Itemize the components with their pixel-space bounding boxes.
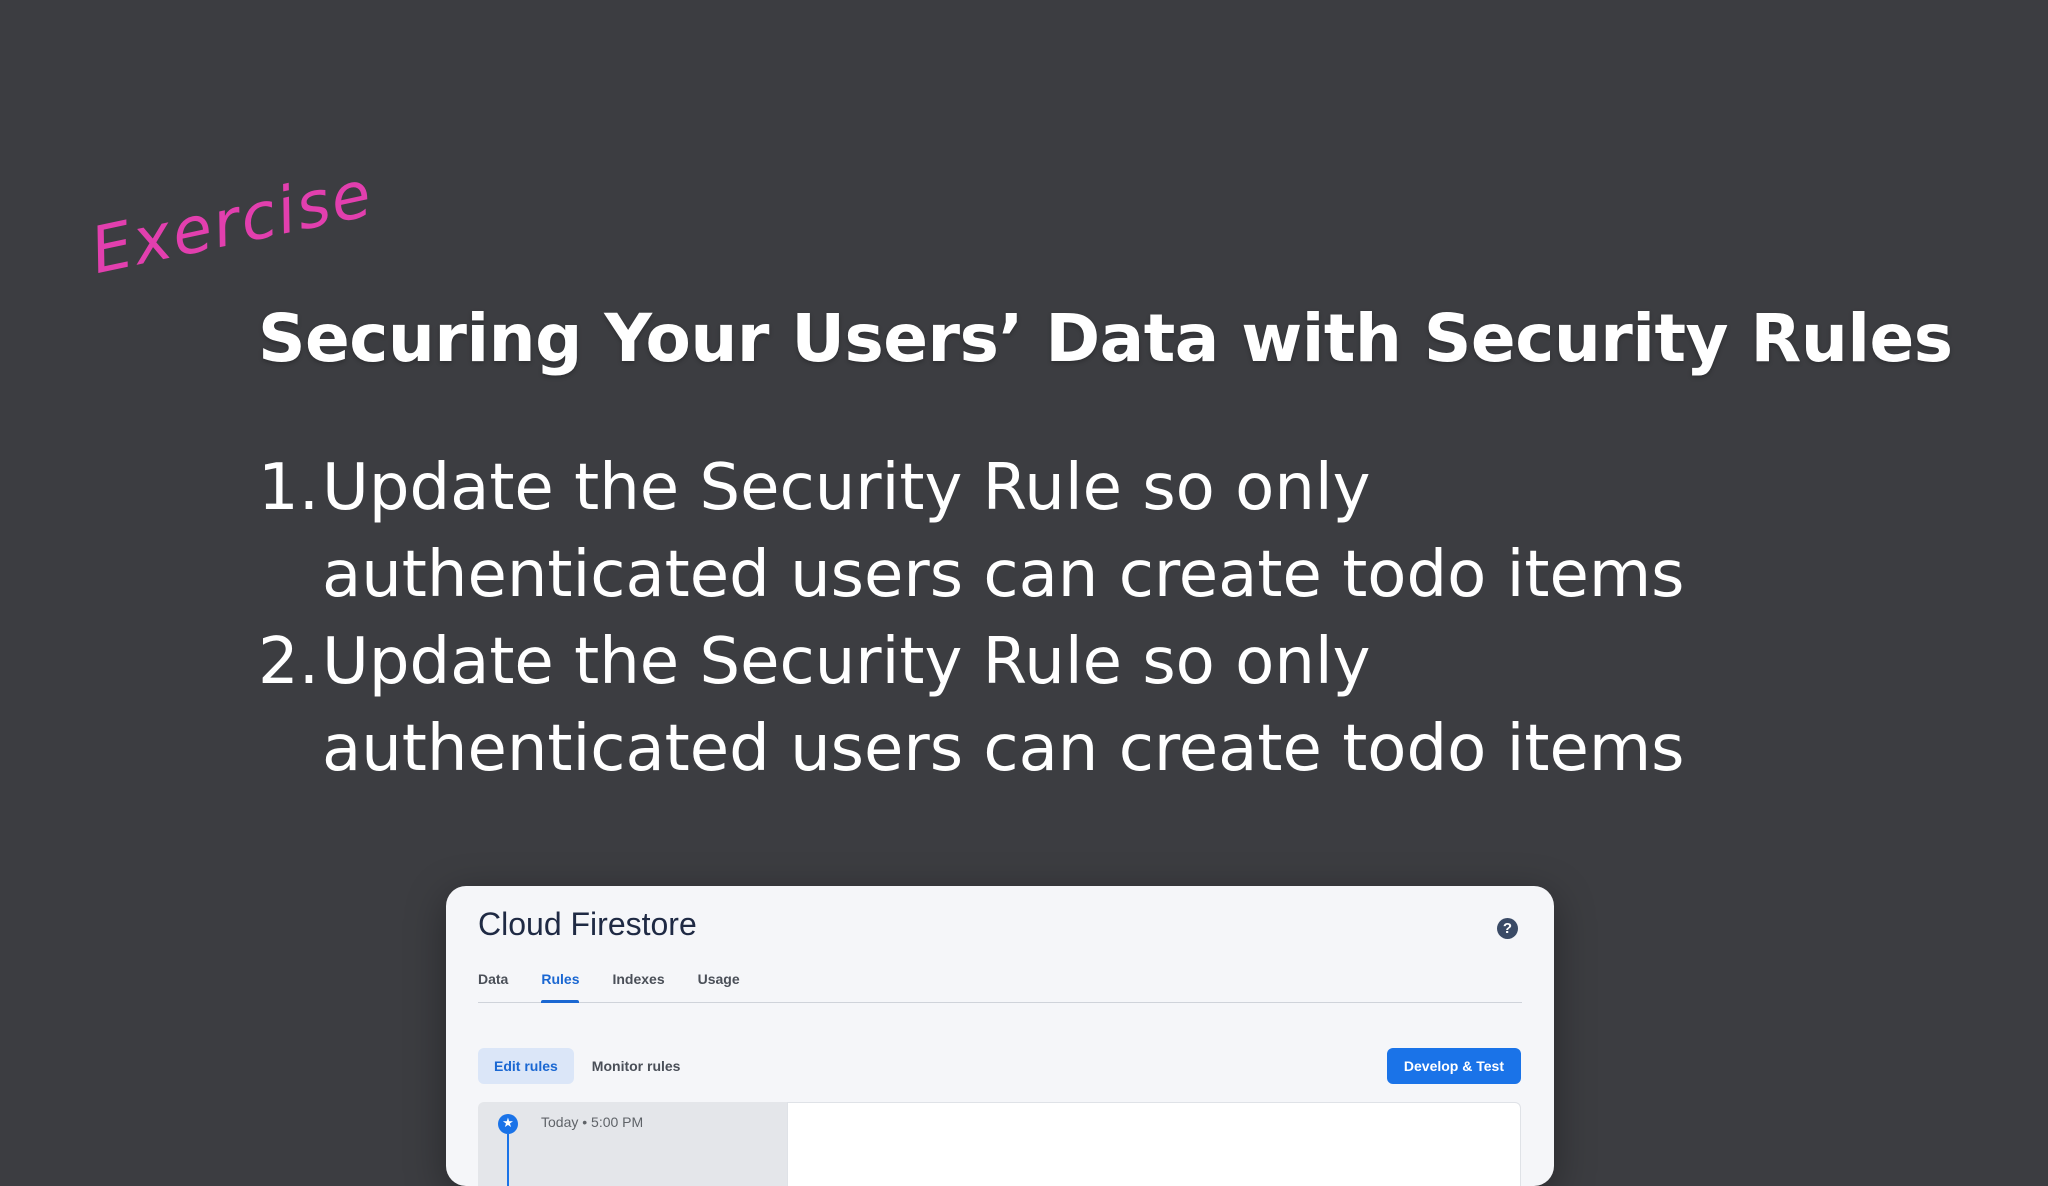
firestore-console-card: Cloud Firestore ? Data Rules Indexes Usa… xyxy=(446,886,1554,1186)
step-text: Update the Security Rule so only authent… xyxy=(322,451,1685,612)
console-title: Cloud Firestore xyxy=(478,906,697,942)
tab-data[interactable]: Data xyxy=(478,968,508,1002)
rules-history-panel: ★ Today • 5:00 PM xyxy=(478,1102,787,1186)
monitor-rules-button[interactable]: Monitor rules xyxy=(576,1048,697,1084)
step-item: 2. Update the Security Rule so only auth… xyxy=(258,619,1818,793)
steps-list: 1. Update the Security Rule so only auth… xyxy=(258,445,1818,793)
exercise-tag: Exercise xyxy=(84,157,380,289)
slide-title: Securing Your Users’ Data with Security … xyxy=(258,300,1953,377)
tab-indexes[interactable]: Indexes xyxy=(612,968,664,1002)
develop-test-button[interactable]: Develop & Test xyxy=(1386,1048,1521,1084)
tab-rules[interactable]: Rules xyxy=(541,968,580,1003)
edit-rules-button[interactable]: Edit rules xyxy=(478,1048,574,1084)
history-timeline xyxy=(507,1134,509,1186)
console-tabs: Data Rules Indexes Usage xyxy=(478,968,1522,1003)
star-icon: ★ xyxy=(498,1114,518,1134)
help-circle-icon[interactable]: ? xyxy=(1497,918,1518,939)
rules-editor[interactable] xyxy=(787,1102,1521,1186)
rules-subtabs: Edit rules Monitor rules xyxy=(478,1048,698,1084)
step-text: Update the Security Rule so only authent… xyxy=(322,625,1685,786)
step-number: 2. xyxy=(258,625,320,699)
slide: Exercise Securing Your Users’ Data with … xyxy=(0,0,2048,1186)
step-item: 1. Update the Security Rule so only auth… xyxy=(258,445,1818,619)
tab-usage[interactable]: Usage xyxy=(698,968,740,1002)
step-number: 1. xyxy=(258,451,320,525)
history-time[interactable]: Today • 5:00 PM xyxy=(541,1114,643,1130)
